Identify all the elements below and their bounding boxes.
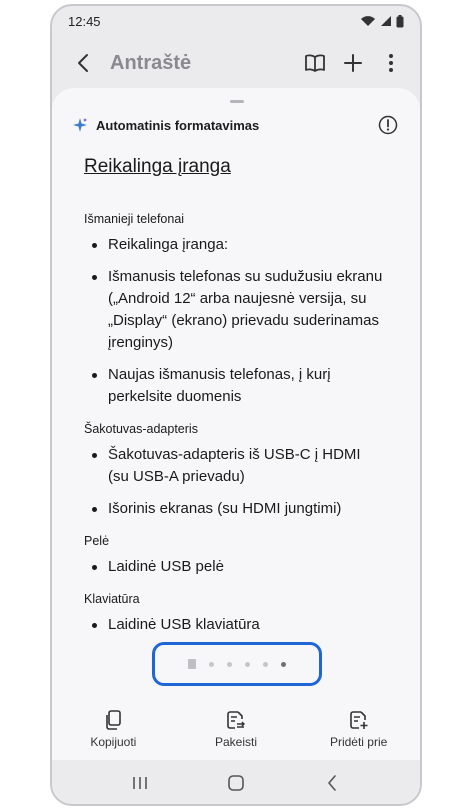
add-to-button[interactable]: Pridėti prie: [304, 710, 414, 760]
bottom-action-bar: Kopijuoti Pakeisti Pridėti prie: [52, 710, 420, 760]
book-icon: [305, 54, 325, 72]
copy-button[interactable]: Kopijuoti: [58, 710, 168, 760]
section-smartphones: Išmanieji telefonai Reikalinga įranga: I…: [84, 212, 384, 408]
info-icon: [378, 115, 398, 135]
page-dot-active[interactable]: [281, 661, 286, 667]
more-vertical-icon: [389, 54, 393, 72]
phone-frame: 12:45 Antraštė Automatinis formatavimas: [50, 4, 422, 806]
home-icon: [228, 775, 244, 791]
list-item: Išorinis ekranas (su HDMI jungtimi): [84, 498, 384, 520]
signal-icon: [381, 16, 391, 26]
section-label: Išmanieji telefonai: [84, 212, 185, 226]
copy-icon: [106, 710, 122, 730]
section-label: Šakotuvas-adapteris: [84, 422, 198, 436]
document-title: Reikalinga įranga: [84, 156, 231, 177]
chevron-left-icon: [78, 54, 88, 72]
add-to-label: Pridėti prie: [329, 735, 388, 749]
home-button[interactable]: [216, 763, 256, 803]
replace-icon: [227, 711, 245, 729]
page-dot[interactable]: [263, 661, 268, 667]
section-keyboard: Klaviatūra Laidinė USB klaviatūra: [84, 592, 384, 636]
add-button[interactable]: [334, 46, 372, 80]
sheet-title: Automatinis formatavimas: [96, 117, 260, 133]
list-item: Išmanusis telefonas su sudužusiu ekranu …: [84, 266, 384, 354]
bullet-list: Reikalinga įranga: Išmanusis telefonas s…: [84, 234, 384, 408]
bullet-list: Laidinė USB pelė: [84, 556, 384, 578]
status-time: 12:45: [68, 13, 101, 29]
recents-icon: [133, 777, 147, 789]
nav-back-button[interactable]: [312, 763, 352, 803]
status-icons: [360, 14, 404, 28]
section-label: Pelė: [84, 534, 110, 548]
replace-button[interactable]: Pakeisti: [181, 710, 291, 760]
page-dot[interactable]: [209, 661, 214, 667]
list-item: Laidinė USB klaviatūra: [84, 614, 384, 636]
auto-format-sheet: Automatinis formatavimas Reikalinga įran…: [52, 88, 420, 760]
sparkle-icon: [73, 118, 87, 132]
system-nav-bar: [52, 760, 420, 804]
page-indicator-first[interactable]: [188, 659, 196, 669]
plus-icon: [344, 54, 362, 72]
page-title: Antraštė: [110, 51, 192, 74]
list-item: Reikalinga įranga:: [84, 234, 384, 256]
page-dot[interactable]: [227, 661, 232, 667]
recents-button[interactable]: [120, 763, 160, 803]
app-bar: Antraštė: [52, 40, 420, 86]
bullet-list: Šakotuvas-adapteris iš USB-C į HDMI (su …: [84, 444, 384, 520]
list-item: Naujas išmanusis telefonas, į kurį perke…: [84, 364, 384, 408]
more-options-button[interactable]: [372, 46, 410, 80]
copy-label: Kopijuoti: [90, 735, 137, 749]
section-label: Klaviatūra: [84, 592, 140, 606]
replace-label: Pakeisti: [214, 735, 257, 749]
page-dot[interactable]: [245, 661, 250, 667]
back-button[interactable]: [68, 48, 98, 78]
chevron-left-icon: [328, 775, 336, 791]
battery-icon: [396, 14, 404, 27]
add-note-icon: [349, 711, 368, 729]
list-item: Šakotuvas-adapteris iš USB-C į HDMI (su …: [84, 444, 384, 488]
bullet-list: Laidinė USB klaviatūra: [84, 614, 384, 636]
page-indicator[interactable]: [152, 642, 322, 686]
list-item: Laidinė USB pelė: [84, 556, 384, 578]
status-bar: 12:45: [52, 6, 420, 36]
reading-mode-button[interactable]: [296, 46, 334, 80]
formatted-content: Reikalinga įranga Išmanieji telefonai Re…: [84, 156, 384, 656]
section-adapter: Šakotuvas-adapteris Šakotuvas-adapteris …: [84, 422, 384, 520]
section-mouse: Pelė Laidinė USB pelė: [84, 534, 384, 578]
sheet-header: Automatinis formatavimas: [72, 112, 400, 138]
sheet-drag-handle[interactable]: [230, 100, 244, 103]
info-button[interactable]: [376, 113, 400, 137]
wifi-icon: [361, 16, 375, 26]
